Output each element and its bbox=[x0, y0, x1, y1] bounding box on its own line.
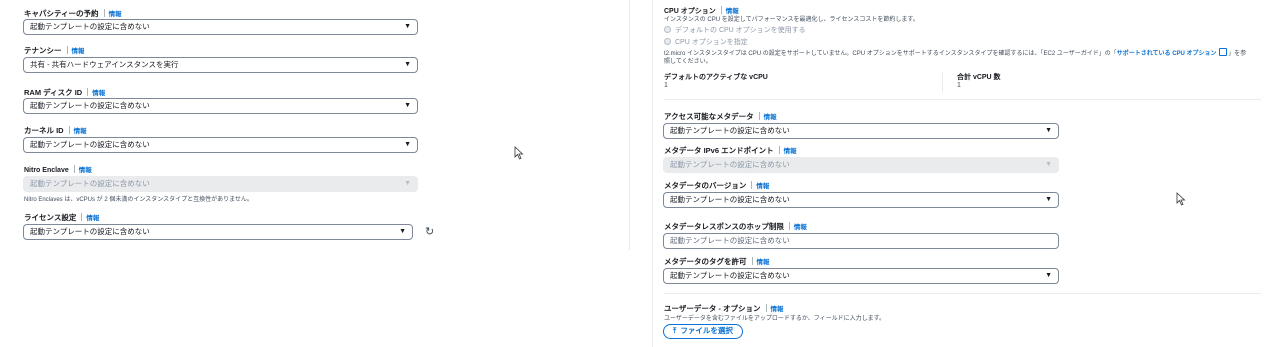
left-panel-border bbox=[629, 0, 630, 250]
default-active-vcpu-label: デフォルトのアクティブな vCPU bbox=[664, 74, 768, 81]
mouse-cursor-icon bbox=[514, 146, 524, 160]
metadata-ipv6-label: メタデータ IPv6 エンドポイント 情報 bbox=[664, 146, 797, 155]
user-data-description: ユーザーデータを含むファイルをアップロードするか、フィールドに入力します。 bbox=[664, 316, 886, 322]
metadata-version-label: メタデータのバージョン 情報 bbox=[664, 181, 770, 190]
info-link[interactable]: 情報 bbox=[79, 167, 92, 174]
nitro-enclave-select: 起動テンプレートの設定に含めない ▼ bbox=[23, 176, 418, 192]
info-link[interactable]: 情報 bbox=[109, 11, 122, 18]
caret-down-icon: ▼ bbox=[404, 141, 411, 148]
kernel-id-select[interactable]: 起動テンプレートの設定に含めない ▼ bbox=[23, 137, 418, 153]
total-vcpu-value: 1 bbox=[957, 82, 961, 89]
info-link[interactable]: 情報 bbox=[784, 148, 797, 155]
caret-down-icon: ▼ bbox=[404, 180, 411, 187]
license-config-label: ライセンス設定 情報 bbox=[24, 213, 100, 222]
nitro-enclave-label: Nitro Enclave 情報 bbox=[24, 165, 92, 174]
metadata-accessible-label: アクセス可能なメタデータ 情報 bbox=[664, 112, 777, 121]
cpu-note-line2: 照してください。 bbox=[664, 59, 712, 65]
metadata-hop-limit-label: メタデータレスポンスのホップ制限 情報 bbox=[664, 222, 807, 231]
radio-button-icon bbox=[664, 38, 671, 45]
info-link[interactable]: 情報 bbox=[72, 48, 85, 55]
supported-cpu-options-link[interactable]: サポートされている CPU オプション bbox=[1117, 51, 1217, 57]
section-divider bbox=[664, 293, 1261, 294]
info-link[interactable]: 情報 bbox=[794, 224, 807, 231]
caret-down-icon: ▼ bbox=[404, 61, 411, 68]
capacity-reservation-select[interactable]: 起動テンプレートの設定に含めない ▼ bbox=[23, 19, 418, 35]
metadata-tags-select[interactable]: 起動テンプレートの設定に含めない ▼ bbox=[663, 268, 1059, 284]
tenancy-select[interactable]: 共有 - 共有ハードウェアインスタンスを実行 ▼ bbox=[23, 57, 418, 73]
radio-specify-cpu: CPU オプションを指定 bbox=[664, 37, 748, 47]
tenancy-label: テナンシー 情報 bbox=[24, 46, 85, 55]
caret-down-icon: ▼ bbox=[1045, 127, 1052, 134]
total-vcpu-label: 合計 vCPU 数 bbox=[957, 74, 1001, 81]
nitro-enclave-note: Nitro Enclaves は、vCPUs が 2 個未満のインスタンスタイプ… bbox=[24, 197, 253, 203]
metadata-accessible-select[interactable]: 起動テンプレートの設定に含めない ▼ bbox=[663, 123, 1059, 139]
capacity-reservation-label: キャパシティーの予約 情報 bbox=[24, 9, 122, 18]
external-link-icon bbox=[1219, 48, 1228, 56]
right-panel: CPU オプション 情報 インスタンスの CPU を設定してパフォーマンスを最適化… bbox=[652, 0, 1280, 347]
metadata-ipv6-select: 起動テンプレートの設定に含めない ▼ bbox=[663, 157, 1059, 173]
caret-down-icon: ▼ bbox=[1045, 196, 1052, 203]
caret-down-icon: ▼ bbox=[1045, 272, 1052, 279]
caret-down-icon: ▼ bbox=[1045, 161, 1052, 168]
cpu-options-description: インスタンスの CPU を設定してパフォーマンスを最適化し、ライセンスコストを節… bbox=[664, 17, 919, 23]
license-config-select[interactable]: 起動テンプレートの設定に含めない ▼ bbox=[23, 224, 413, 240]
upload-icon: ⤒ bbox=[673, 326, 677, 335]
info-link[interactable]: 情報 bbox=[92, 90, 105, 97]
column-divider bbox=[942, 72, 943, 92]
caret-down-icon: ▼ bbox=[404, 102, 411, 109]
caret-down-icon: ▼ bbox=[404, 23, 411, 30]
info-link[interactable]: 情報 bbox=[86, 215, 99, 222]
info-link[interactable]: 情報 bbox=[74, 128, 87, 135]
default-active-vcpu-value: 1 bbox=[664, 82, 668, 89]
info-link[interactable]: 情報 bbox=[756, 183, 769, 190]
metadata-version-select[interactable]: 起動テンプレートの設定に含めない ▼ bbox=[663, 192, 1059, 208]
left-panel: キャパシティーの予約 情報 起動テンプレートの設定に含めない ▼ テナンシー 情報 共… bbox=[0, 0, 640, 250]
kernel-id-label: カーネル ID 情報 bbox=[24, 126, 87, 135]
info-link[interactable]: 情報 bbox=[757, 259, 770, 266]
ramdisk-id-select[interactable]: 起動テンプレートの設定に含めない ▼ bbox=[23, 98, 418, 114]
metadata-tags-label: メタデータのタグを許可 情報 bbox=[664, 257, 770, 266]
info-link[interactable]: 情報 bbox=[764, 114, 777, 121]
radio-default-cpu: デフォルトの CPU オプションを使用する bbox=[664, 25, 806, 35]
caret-down-icon: ▼ bbox=[399, 228, 406, 235]
cpu-note: t2.micro インスタンスタイプは CPU の設定をサポートしていません。C… bbox=[664, 48, 1246, 57]
refresh-icon[interactable]: ↻ bbox=[425, 225, 434, 239]
choose-file-button[interactable]: ⤒ ファイルを選択 bbox=[663, 324, 743, 339]
info-link[interactable]: 情報 bbox=[771, 306, 784, 313]
section-divider bbox=[664, 99, 1261, 100]
mouse-cursor-icon bbox=[1176, 192, 1186, 206]
radio-button-icon bbox=[664, 26, 671, 33]
ramdisk-id-label: RAM ディスク ID 情報 bbox=[24, 88, 106, 97]
metadata-hop-limit-input[interactable]: 起動テンプレートの設定に含めない bbox=[663, 233, 1059, 249]
